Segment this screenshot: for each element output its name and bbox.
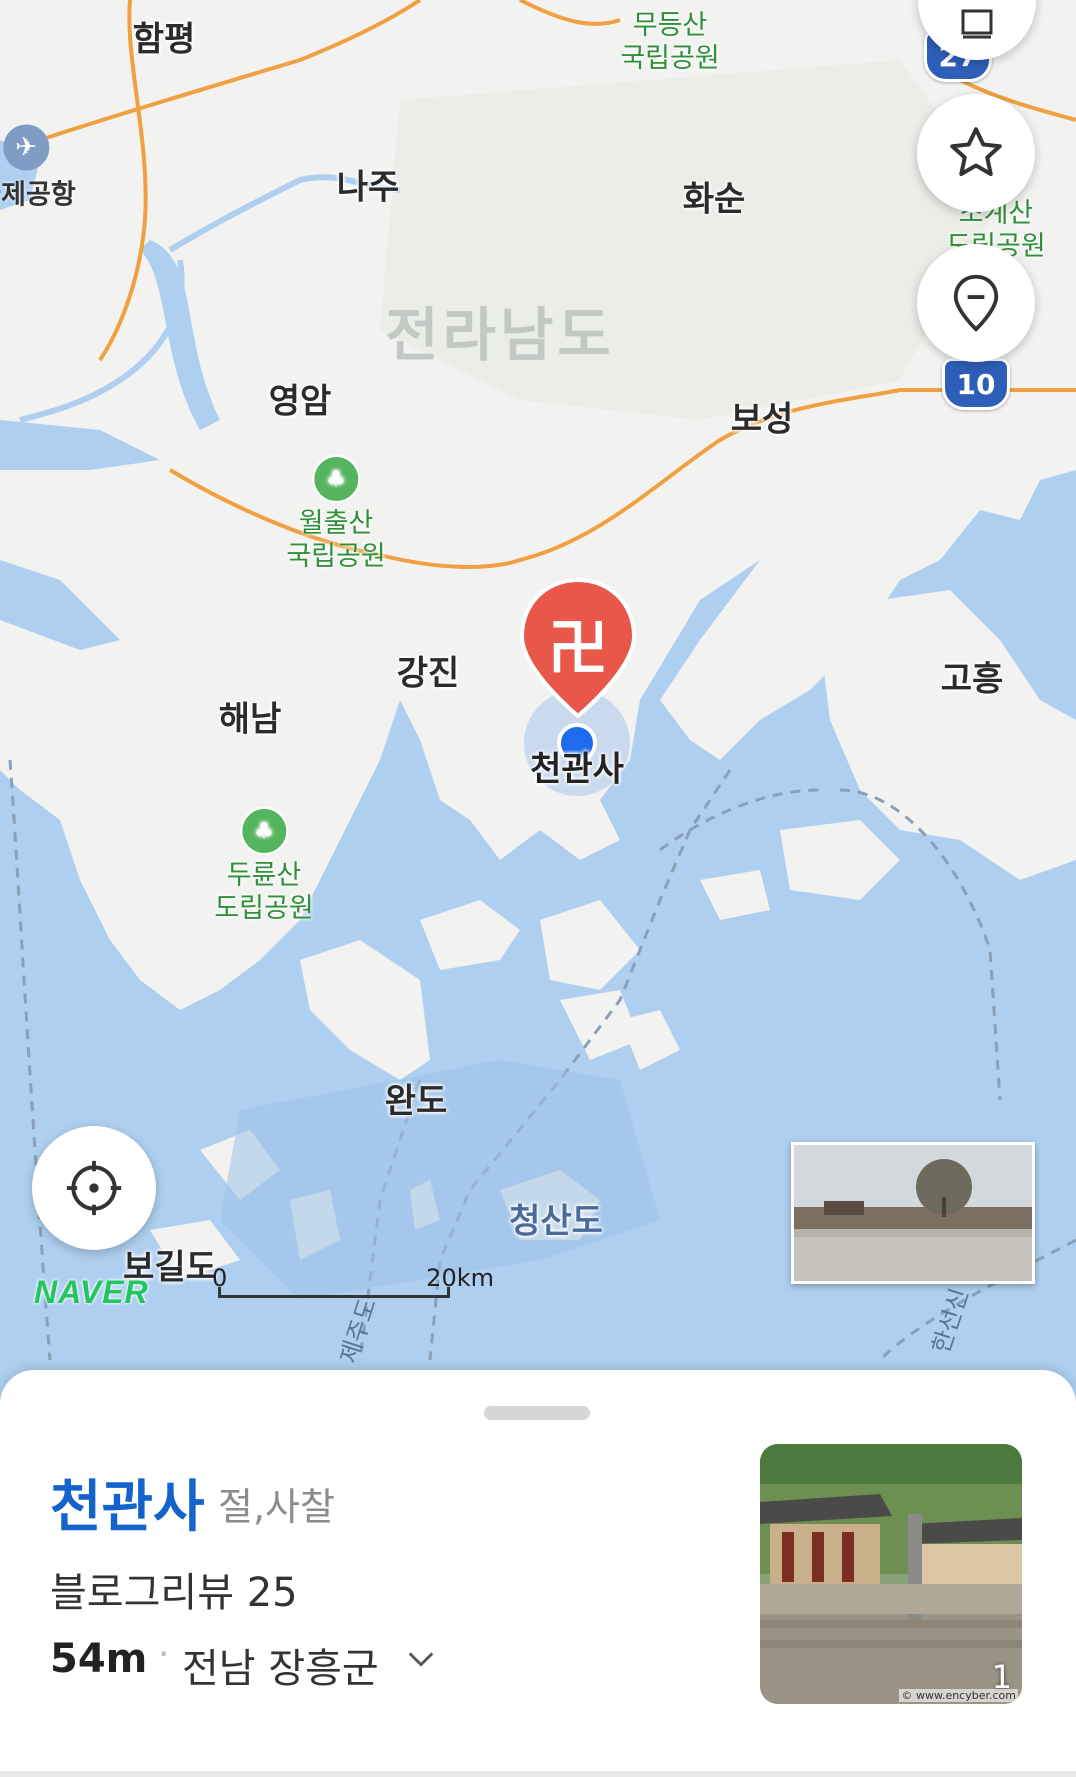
blog-review-count[interactable]: 블로그리뷰 25 [50, 1560, 298, 1618]
temple-pin[interactable]: 卍 [518, 577, 638, 719]
map-scale: 0 20km [212, 1264, 494, 1304]
temple-symbol-icon: 卍 [548, 614, 608, 684]
crosshair-icon [66, 1160, 122, 1216]
place-label-gangjin[interactable]: 강진 [397, 646, 460, 695]
street-view-image [794, 1145, 1032, 1281]
tree-icon: ♣ [312, 455, 360, 503]
region-label: 전라남도 [385, 301, 615, 369]
place-name[interactable]: 천관사 [50, 1462, 205, 1543]
separator-dot: · [158, 1634, 170, 1675]
distance: 54m [50, 1636, 148, 1682]
park-wolchulsan[interactable]: ♣ 월출산 국립공원 [286, 455, 386, 573]
place-info-sheet[interactable]: 천관사 절,사찰 블로그리뷰 25 54m · 전남 장흥군 1 © www.e… [0, 1370, 1076, 1777]
park-line2: 국립공원 [620, 43, 720, 74]
layers-icon [961, 9, 993, 39]
airport-marker[interactable]: ✈ 국제공항 [0, 124, 76, 212]
place-label-boseong[interactable]: 보성 [731, 392, 794, 441]
place-label-hwasun[interactable]: 화순 [683, 172, 746, 221]
place-label-hampyeong[interactable]: 함평 [133, 12, 196, 61]
park-mudeungsan[interactable]: 무등산 국립공원 [620, 9, 719, 75]
place-label-naju[interactable]: 나주 [337, 160, 400, 209]
place-photo[interactable]: 1 © www.encyber.com [760, 1444, 1022, 1704]
star-icon [950, 127, 1002, 176]
sheet-drag-handle[interactable] [484, 1406, 590, 1420]
location-pin-icon [953, 274, 999, 332]
park-line1: 무등산 [632, 10, 708, 41]
place-label-goheung[interactable]: 고흥 [941, 652, 1004, 701]
place-label-haenam[interactable]: 해남 [219, 692, 282, 741]
airplane-icon: ✈ [3, 124, 49, 171]
route-badge-10: 10 [942, 358, 1010, 410]
pin-label[interactable]: 천관사 [530, 742, 624, 791]
airport-label: 국제공항 [0, 179, 76, 211]
place-label-wando[interactable]: 완도 [385, 1074, 448, 1123]
chevron-down-icon[interactable] [404, 1642, 438, 1676]
favorite-button[interactable] [917, 94, 1035, 212]
park-line2: 국립공원 [286, 541, 386, 572]
park-line1: 월출산 [298, 508, 374, 539]
address[interactable]: 전남 장흥군 [182, 1636, 379, 1694]
park-duryunsan[interactable]: ♣ 두륜산 도립공원 [214, 807, 314, 925]
scale-bar [218, 1287, 450, 1298]
naver-logo: NAVER [34, 1274, 149, 1310]
map-view[interactable]: 전라남도 함평 나주 화순 영암 보성 강진 해남 고흥 완도 청산도 보길도 … [0, 0, 1076, 1420]
temple-photo-image [760, 1444, 1022, 1704]
place-category: 절,사찰 [218, 1485, 335, 1529]
place-label-yeongam[interactable]: 영암 [269, 374, 332, 423]
street-view-thumbnail[interactable] [791, 1142, 1035, 1284]
tree-icon: ♣ [240, 807, 288, 855]
bottom-divider [0, 1771, 1076, 1777]
locate-me-button[interactable] [32, 1126, 156, 1250]
place-label-cheongsando[interactable]: 청산도 [509, 1194, 603, 1243]
my-places-button[interactable] [917, 244, 1035, 362]
park-line2: 도립공원 [214, 893, 314, 924]
park-line1: 두륜산 [226, 860, 302, 891]
photo-credit: © www.encyber.com [899, 1689, 1018, 1702]
